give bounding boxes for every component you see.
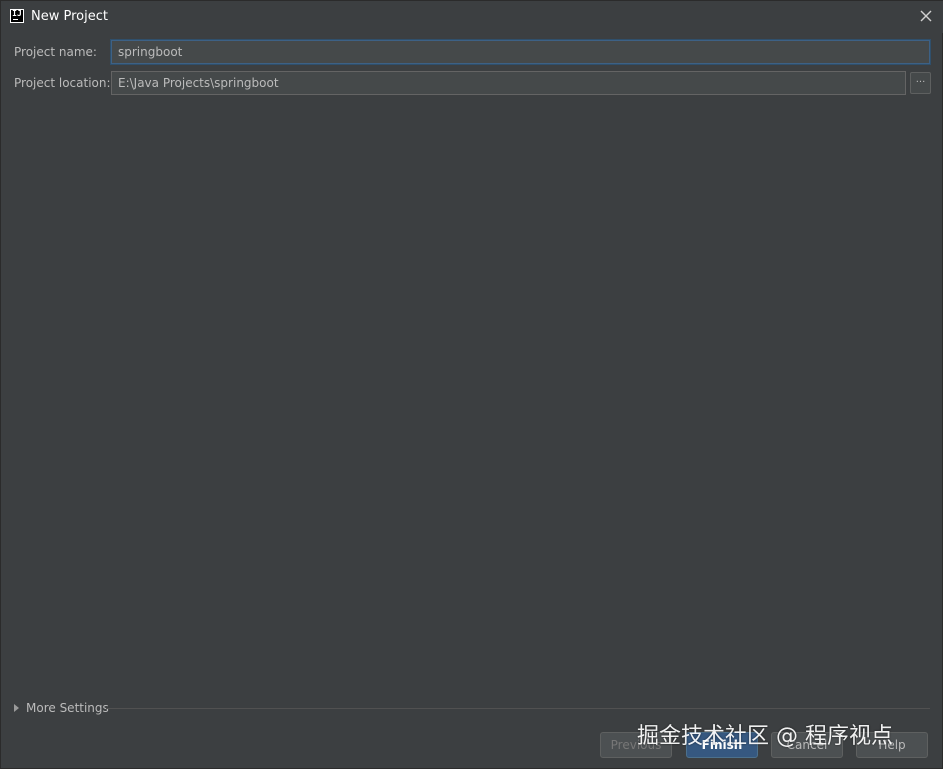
settings-divider	[106, 708, 930, 709]
project-name-label: Project name:	[14, 45, 97, 59]
window-title: New Project	[31, 9, 108, 24]
intellij-idea-icon: IJ	[10, 9, 24, 23]
close-button[interactable]	[916, 6, 936, 26]
more-settings-toggle[interactable]: More Settings	[14, 700, 109, 716]
project-name-row: Project name:	[1, 40, 943, 64]
more-settings-label: More Settings	[26, 701, 109, 715]
expand-triangle-icon	[14, 704, 19, 712]
watermark-text: 掘金技术社区 @ 程序视点	[637, 724, 893, 749]
project-location-label: Project location:	[14, 76, 111, 90]
project-location-input[interactable]	[111, 71, 906, 95]
project-location-row: Project location: ...	[1, 71, 943, 95]
new-project-dialog: IJ New Project Project name: Project loc…	[0, 0, 943, 769]
browse-button[interactable]: ...	[910, 72, 931, 94]
close-icon	[920, 10, 932, 22]
project-name-input[interactable]	[111, 40, 930, 64]
title-bar[interactable]: IJ New Project	[1, 1, 943, 33]
